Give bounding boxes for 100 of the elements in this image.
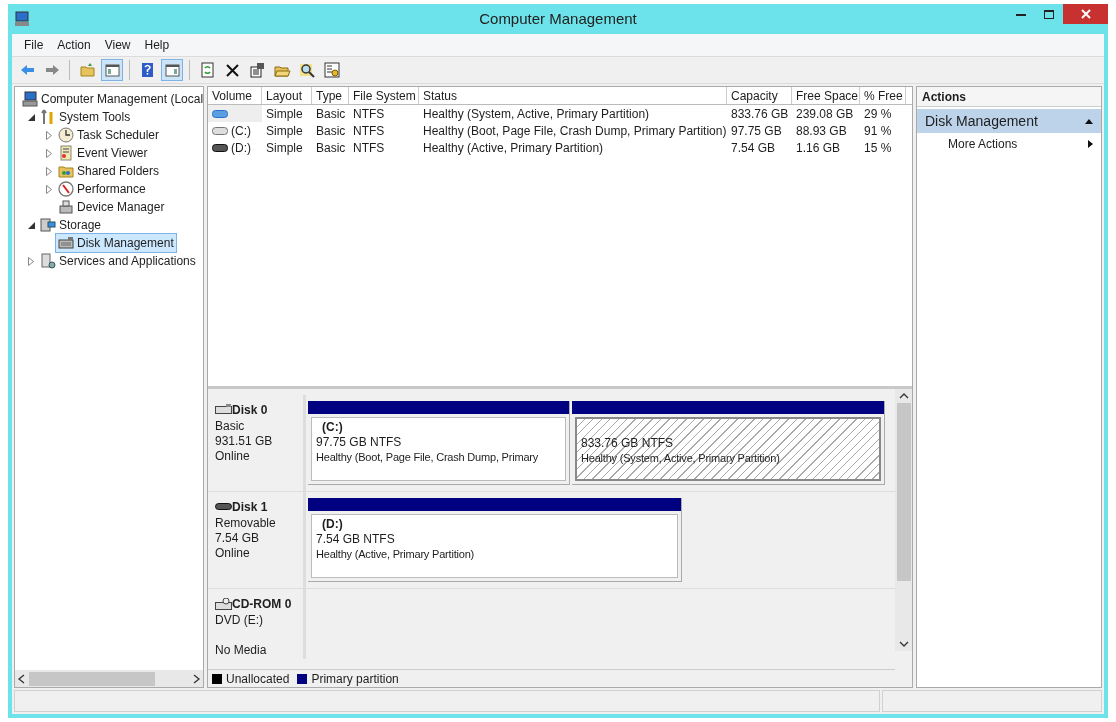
- close-button[interactable]: [1063, 4, 1108, 24]
- computer-icon: [22, 91, 38, 107]
- table-cell: (C:): [208, 122, 262, 139]
- device-icon: [58, 199, 74, 215]
- collapse-icon: [1085, 118, 1093, 124]
- window-title: Computer Management: [479, 8, 637, 29]
- collapsed-arrow-icon[interactable]: [43, 165, 55, 177]
- tree-item[interactable]: System Tools: [37, 107, 134, 127]
- collapsed-arrow-icon[interactable]: [25, 255, 37, 267]
- disk-name: Disk 0: [232, 402, 268, 419]
- table-cell-text: 97.75 GB: [730, 122, 783, 139]
- partition-status: Healthy (System, Active, Primary Partition): [581, 451, 781, 466]
- tree-item[interactable]: Storage: [37, 215, 105, 235]
- table-cell-text: 29 %: [863, 105, 893, 122]
- close-icon: [1080, 9, 1091, 19]
- drive-icon: [212, 109, 228, 118]
- actions-header: Actions: [917, 87, 1101, 107]
- disk-icon: [215, 598, 232, 610]
- search-icon: [298, 62, 316, 78]
- tree-item[interactable]: Event Viewer: [55, 143, 151, 163]
- table-cell-text: Basic: [315, 105, 347, 122]
- table-cell-text: 239.08 GB: [795, 105, 855, 122]
- scrollbar-thumb[interactable]: [29, 671, 155, 686]
- tree-item[interactable]: Task Scheduler: [55, 125, 163, 145]
- table-cell-text: 91 %: [863, 122, 893, 139]
- scroll-up-icon[interactable]: [898, 391, 909, 401]
- forward-arrow-icon: [43, 62, 61, 78]
- menu-item[interactable]: Help: [138, 36, 176, 54]
- toolbar-button[interactable]: [161, 59, 183, 81]
- partition-name: (D:): [321, 517, 344, 532]
- table-cell-text: Healthy (System, Active, Primary Partition): [422, 105, 651, 122]
- table-cell-text: Simple: [265, 139, 304, 156]
- disk-info: DVD (E:): [215, 613, 264, 628]
- clock-icon: [58, 127, 74, 143]
- horizontal-scrollbar[interactable]: [15, 670, 203, 687]
- collapsed-arrow-icon[interactable]: [43, 183, 55, 195]
- tree-item[interactable]: Services and Applications: [37, 251, 199, 271]
- submenu-arrow-icon: [1088, 140, 1093, 148]
- partition[interactable]: (C:) 97.75 GB NTFS Healthy (Boot, Page File, Crash Dump, Primary: [308, 401, 570, 485]
- minimize-icon: [1016, 12, 1026, 16]
- partition-size: 833.76 GB NTFS: [581, 436, 675, 451]
- toolbar-button[interactable]: [101, 59, 123, 81]
- disk-name: CD-ROM 0: [232, 596, 292, 613]
- table-cell-text: 7.54 GB: [730, 139, 777, 156]
- folder-icon: [78, 62, 96, 78]
- tree-item[interactable]: Performance: [55, 179, 149, 199]
- collapsed-arrow-icon[interactable]: [43, 129, 55, 141]
- table-cell-text: NTFS: [352, 139, 386, 156]
- disk-info: Removable: [215, 516, 277, 531]
- tree-item[interactable]: Shared Folders: [55, 161, 163, 181]
- tree-item[interactable]: Disk Management: [55, 233, 177, 253]
- menu-item[interactable]: File: [18, 36, 50, 54]
- computer-icon: [14, 11, 32, 27]
- tree-item[interactable]: Device Manager: [55, 197, 168, 217]
- partition[interactable]: (D:) 7.54 GB NTFS Healthy (Active, Primary Partition): [308, 498, 682, 582]
- menu-item[interactable]: Action: [51, 36, 97, 54]
- disk-info: Basic: [215, 419, 246, 434]
- table-cell-text: Simple: [265, 105, 304, 122]
- legend-label: Primary partition: [311, 670, 399, 688]
- table-cell-text: NTFS: [352, 122, 386, 139]
- table-cell-text: Healthy (Active, Primary Partition): [422, 139, 605, 156]
- panel-icon: [163, 62, 181, 78]
- partition[interactable]: 833.76 GB NTFS Healthy (System, Active, Primary Partition): [572, 401, 885, 485]
- disk-drive-icon: [58, 235, 74, 251]
- section-title: Disk Management: [925, 111, 1039, 131]
- scroll-down-icon[interactable]: [898, 639, 909, 649]
- table-cell-text: Healthy (Boot, Page File, Crash Dump, Primary Partition): [422, 122, 727, 139]
- disk-info: 7.54 GB: [215, 531, 261, 546]
- drive-icon: [212, 143, 228, 152]
- table-cell-text: 833.76 GB: [730, 105, 790, 122]
- table-cell-text: 1.16 GB: [795, 139, 842, 156]
- maximize-icon: [1044, 9, 1054, 19]
- log-icon: [58, 145, 74, 161]
- disk-info: Online: [215, 449, 251, 464]
- table-cell-text: Basic: [315, 139, 347, 156]
- properties-icon: [248, 62, 266, 78]
- scrollbar-thumb[interactable]: [896, 403, 911, 581]
- shared-folder-icon: [58, 163, 74, 179]
- partition-size: 7.54 GB NTFS: [316, 532, 396, 547]
- services-icon: [40, 253, 56, 269]
- partition-size: 97.75 GB NTFS: [316, 435, 403, 450]
- close-icon: [223, 62, 241, 78]
- disk-name: Disk 1: [232, 499, 268, 516]
- gauge-icon: [58, 181, 74, 197]
- collapsed-arrow-icon[interactable]: [43, 147, 55, 159]
- panel-icon: [103, 62, 121, 78]
- table-cell: (D:): [208, 139, 262, 156]
- disk-info: Online: [215, 546, 251, 561]
- disk-info: 931.51 GB: [215, 434, 274, 449]
- refresh-icon: [198, 62, 216, 78]
- drive-icon: [212, 126, 228, 135]
- legend-label: Unallocated: [226, 670, 290, 688]
- menu-item[interactable]: View: [98, 36, 137, 54]
- action-item[interactable]: More Actions: [917, 133, 1101, 155]
- table-cell-text: Basic: [315, 122, 347, 139]
- table-cell-text: NTFS: [352, 105, 386, 122]
- tree-item[interactable]: Computer Management (Local: [19, 89, 203, 109]
- vertical-scrollbar[interactable]: [895, 389, 912, 651]
- partition-status: Healthy (Boot, Page File, Crash Dump, Primary: [316, 450, 540, 465]
- section-header[interactable]: Disk Management: [917, 109, 1101, 133]
